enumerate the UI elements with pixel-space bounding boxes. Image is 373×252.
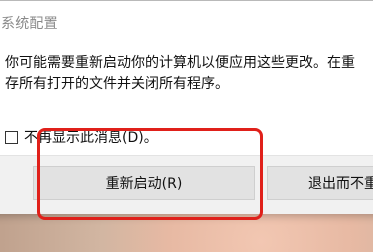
exit-without-restart-button[interactable]: 退出而不重 bbox=[267, 166, 373, 200]
dialog-title: 系统配置 bbox=[1, 16, 58, 32]
dialog-message-line1: 你可能需要重新启动你的计算机以便应用这些更改。在重 bbox=[5, 55, 355, 71]
dont-show-again-row[interactable]: 不再显示此消息(D)。 bbox=[5, 127, 158, 147]
dialog-titlebar: 系统配置 bbox=[0, 1, 373, 41]
dialog-footer: 重新启动(R) 退出而不重 bbox=[0, 155, 373, 214]
dialog-message-line2: 存所有打开的文件并关闭所有程序。 bbox=[5, 76, 229, 92]
system-configuration-dialog: 系统配置 你可能需要重新启动你的计算机以便应用这些更改。在重 存所有打开的文件并… bbox=[0, 0, 373, 214]
dialog-message: 你可能需要重新启动你的计算机以便应用这些更改。在重 存所有打开的文件并关闭所有程… bbox=[5, 53, 373, 95]
restart-button[interactable]: 重新启动(R) bbox=[33, 166, 255, 200]
dont-show-again-checkbox[interactable] bbox=[5, 130, 18, 144]
dont-show-again-label: 不再显示此消息(D)。 bbox=[24, 130, 158, 146]
